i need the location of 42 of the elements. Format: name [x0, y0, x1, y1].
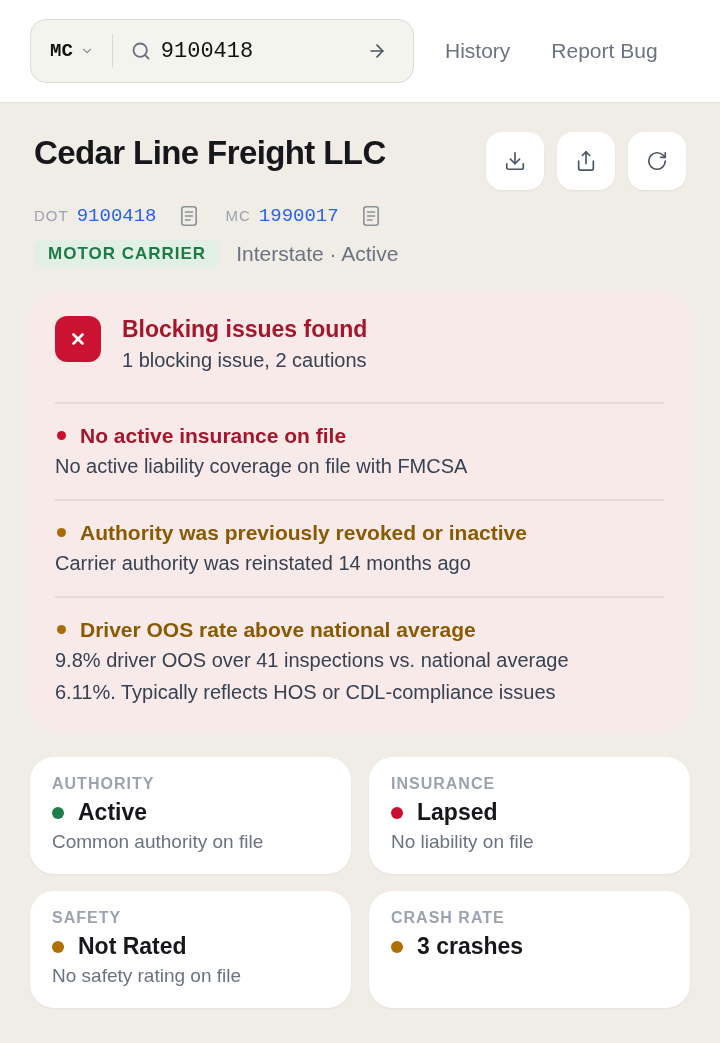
document-icon	[362, 206, 379, 226]
card-label: INSURANCE	[391, 773, 497, 794]
issue-title: No active insurance on file	[80, 422, 347, 449]
identifier-label: DOT	[34, 205, 69, 226]
carrier-status: Interstate · Active	[236, 241, 399, 267]
alert-summary: 1 blocking issue, 2 cautions	[122, 347, 368, 373]
card-label: SAFETY	[52, 907, 123, 928]
error-icon	[55, 315, 101, 362]
search-icon	[130, 41, 151, 61]
carrier-name: Cedar Line Freight LLC	[34, 133, 386, 173]
refresh-icon	[646, 150, 668, 172]
copy-button[interactable]	[362, 206, 379, 226]
issue-title: Authority was previously revoked or inactive	[80, 519, 527, 546]
card-value: Lapsed	[417, 798, 498, 828]
download-button[interactable]	[486, 132, 544, 190]
identifier-number[interactable]: 1990017	[258, 201, 339, 231]
card-value: Active	[78, 798, 148, 828]
card-label: AUTHORITY	[52, 773, 156, 794]
card-value: Not Rated	[78, 932, 187, 962]
issue-description: 9.8% driver OOS over 41 inspections vs. national average 6.11%. Typically reflects HOS or CDL-compliance issues	[55, 647, 570, 705]
card-label: CRASH RATE	[391, 907, 506, 928]
alert-title: Blocking issues found	[122, 314, 368, 343]
card-value: 3 crashes	[417, 932, 524, 962]
carrier-type-badge: MOTOR CARRIER	[34, 240, 221, 268]
nav-link[interactable]: Report Bug	[551, 35, 658, 67]
issue-description: No active liability coverage on file with FMCSA	[55, 453, 469, 479]
card-note: Common authority on file	[52, 829, 265, 854]
issue-title: Driver OOS rate above national average	[80, 616, 476, 643]
card-note: No safety rating on file	[52, 963, 243, 988]
card-note: No liability on file	[391, 829, 535, 854]
document-icon	[180, 206, 197, 226]
identifier-number[interactable]: 9100418	[76, 201, 157, 231]
issue-description: Carrier authority was reinstated 14 months ago	[55, 550, 472, 576]
nav-link[interactable]: History	[445, 35, 511, 67]
identifier-label: MC	[225, 205, 251, 226]
refresh-button[interactable]	[628, 132, 686, 190]
share-button[interactable]	[557, 132, 615, 190]
download-icon	[504, 150, 526, 172]
search-field[interactable]: 9100418	[160, 34, 331, 68]
type-selector[interactable]: MC	[50, 36, 94, 66]
share-icon	[575, 150, 597, 172]
copy-button[interactable]	[180, 206, 197, 226]
